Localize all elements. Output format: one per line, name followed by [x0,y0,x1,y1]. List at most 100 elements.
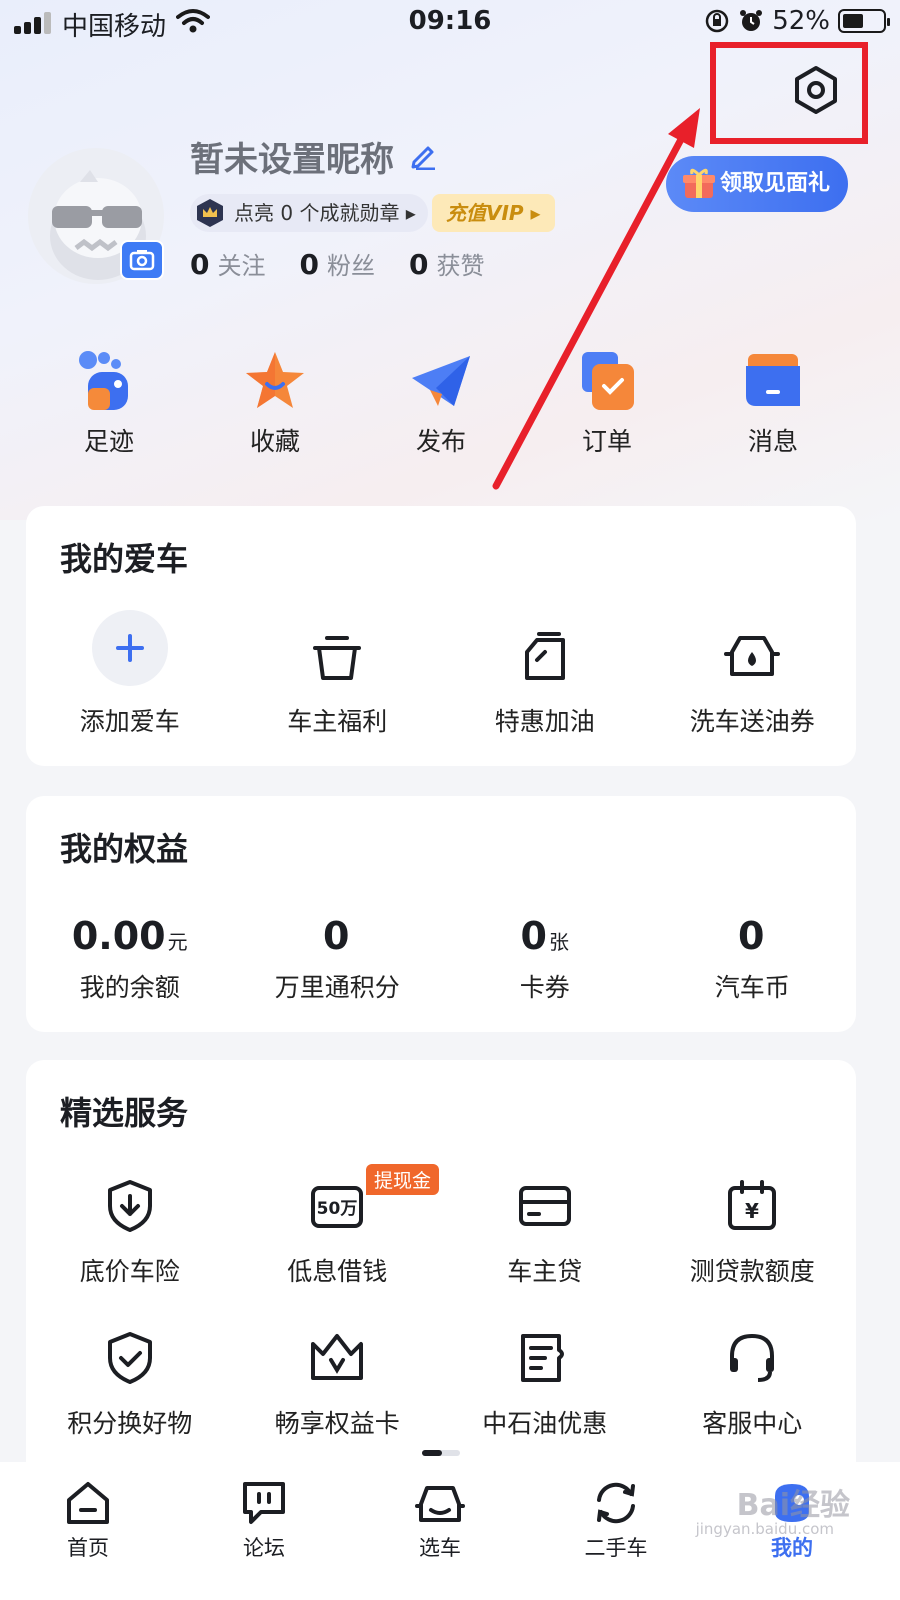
tab-used-car-label: 二手车 [584,1536,648,1560]
footprint-icon [79,351,128,410]
plus-icon [91,610,168,686]
points-exchange-label: 积分换好物 [67,1409,193,1438]
headset-icon [730,1333,775,1382]
quick-nav-label: 订单 [581,427,632,456]
claim-gift-label: 领取见面礼 [720,171,831,196]
customer-service-label: 客服中心 [702,1409,803,1438]
benefit-card-button[interactable]: 畅享权益卡 [234,1328,442,1440]
alarm-icon [740,10,763,31]
quick-nav-orders[interactable]: 订单 [524,348,690,458]
achievement-badge-pill[interactable]: 点亮 0 个成就勋章 ▸ [190,194,428,232]
points-value: 0 [323,914,350,958]
card-icon [518,1186,571,1226]
battery-icon [838,9,890,33]
quick-nav-messages[interactable]: 消息 [690,348,856,458]
watermark: Bai经验 [736,1488,850,1523]
my-car-title: 我的爱车 [60,540,189,578]
camera-button[interactable] [120,240,164,280]
quick-nav: 足迹 收藏 发布 订单 消息 [0,348,900,458]
shield-download-icon [107,1180,152,1232]
calendar-yen-icon: ¥ [728,1180,777,1230]
add-car-button[interactable]: 添加爱车 [26,610,234,738]
customer-service-button[interactable]: 客服中心 [649,1328,857,1440]
cashout-tag: 提现金 [366,1164,440,1195]
coupon-icon [520,1334,564,1382]
coupons-label: 卡券 [519,973,570,1002]
my-car-card: 我的爱车 添加爱车 车主福利 特惠加油 洗车送油券 [26,506,856,766]
tab-forum-label: 论坛 [243,1536,285,1560]
star-icon [246,352,304,408]
car-wash-label: 洗车送油券 [689,707,815,736]
car-coins-value: 0 [738,914,765,958]
loan-quota-button[interactable]: ¥ 测贷款额度 [649,1176,857,1288]
petrochina-discount-button[interactable]: 中石油优惠 [441,1328,649,1440]
message-icon [746,354,800,406]
coupons-value: 0 [520,914,547,958]
owner-loan-label: 车主贷 [507,1257,583,1286]
fuel-discount-label: 特惠加油 [494,707,595,736]
points-exchange-button[interactable]: 积分换好物 [26,1328,234,1440]
services-title: 精选服务 [60,1094,189,1132]
order-icon [582,352,634,410]
owner-benefits-button[interactable]: 车主福利 [234,610,442,738]
fans-stat[interactable]: 0 粉丝 [299,246,374,281]
claim-gift-button[interactable]: 领取见面礼 [666,156,848,212]
gift-icon [683,168,715,198]
coupons-unit: 张 [548,930,569,954]
quick-nav-label: 发布 [415,427,466,456]
edit-pencil-icon[interactable] [408,140,438,170]
camera-icon [129,250,155,271]
coupons-item[interactable]: 0张 卡券 [441,910,649,1004]
tab-home[interactable]: 首页 [0,1462,176,1600]
svg-text:¥: ¥ [745,1199,759,1223]
battery-percent: 52% [772,6,830,36]
quick-nav-label: 消息 [747,427,798,456]
quick-nav-favorites[interactable]: 收藏 [192,348,358,458]
likes-stat[interactable]: 0 获赞 [409,246,484,281]
refresh-icon [597,1482,635,1524]
quick-nav-publish[interactable]: 发布 [358,348,524,458]
quick-nav-label: 足迹 [83,427,134,456]
home-icon [67,1482,109,1524]
follow-stat[interactable]: 0 关注 [190,246,265,281]
crown-card-icon [311,1334,364,1380]
points-item[interactable]: 0 万里通积分 [234,910,442,1004]
car-insurance-label: 底价车险 [79,1257,180,1286]
tab-choose-car-label: 选车 [419,1536,461,1560]
car-coins-label: 汽车币 [714,973,790,1002]
balance-label: 我的余额 [79,973,180,1002]
quick-nav-footprint[interactable]: 足迹 [26,348,192,458]
balance-item[interactable]: 0.00 元 我的余额 [26,910,234,1004]
badge-text: 点亮 0 个成就勋章 [234,201,400,225]
vip-recharge-pill[interactable]: 充值VIP ▸ [432,194,555,232]
shield-check-icon [107,1332,152,1384]
gift-box-icon [313,636,362,680]
svg-text:50万: 50万 [317,1199,358,1219]
car-insurance-button[interactable]: 底价车险 [26,1176,234,1288]
scroll-indicator [422,1450,460,1456]
owner-loan-button[interactable]: 车主贷 [441,1176,649,1288]
car-wash-button[interactable]: 洗车送油券 [649,610,857,738]
paper-plane-icon [412,356,470,406]
vip-text: 充值VIP [446,201,524,225]
tab-forum[interactable]: 论坛 [176,1462,352,1600]
owner-benefits-label: 车主福利 [287,707,388,736]
tab-choose-car[interactable]: 选车 [352,1462,528,1600]
tab-used-car[interactable]: 二手车 [528,1462,704,1600]
add-car-label: 添加爱车 [79,707,180,736]
settings-gear-icon[interactable] [788,62,844,118]
car-wash-icon [724,636,781,676]
nickname[interactable]: 暂未设置昵称 [190,132,394,181]
balance-value: 0.00 [71,914,166,958]
tab-home-label: 首页 [67,1536,109,1560]
loan-50w-icon: 50万 [311,1186,364,1228]
balance-unit: 元 [167,930,188,954]
my-benefits-title: 我的权益 [60,830,189,868]
fuel-discount-button[interactable]: 特惠加油 [441,610,649,738]
car-coins-item[interactable]: 0 汽车币 [649,910,857,1004]
fuel-can-icon [524,632,565,680]
services-card: 精选服务 底价车险 50万 低息借钱 车主贷 ¥ 测贷款额度 积分换好物 畅享权… [26,1060,856,1480]
car-icon [415,1486,465,1522]
my-benefits-card: 我的权益 0.00 元 我的余额 0 万里通积分 0张 卡券 0 汽车币 [26,796,856,1032]
benefit-card-label: 畅享权益卡 [274,1409,400,1438]
